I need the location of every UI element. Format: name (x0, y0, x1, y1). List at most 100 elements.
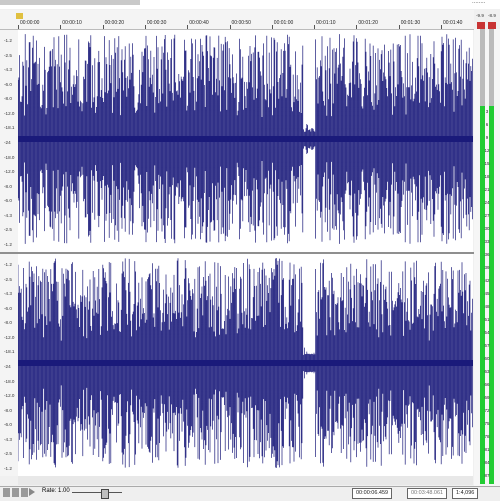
channel-1-waveform[interactable] (17, 30, 473, 252)
meter-scale-label: 57 (484, 343, 490, 348)
meter-scale-label: 21 (484, 187, 490, 192)
ruler-tick (144, 25, 146, 29)
meter-scale-label: 66 (484, 382, 490, 387)
level-meters: 3 6 9 12 15 18 21 24 27 30 33 36 39 42 45 48 51 54 57 60 63 6… (474, 29, 500, 486)
db-scale-label: -2.5 (4, 227, 12, 233)
db-scale-label: -24 (4, 140, 11, 145)
meter-scale-label: 39 (484, 265, 490, 270)
db-scale-label: -1.2 (4, 262, 12, 267)
channel-1-scale: -1.2 -2.5 -4.3 -6.0 -8.0 -12.0 -18.1 -24 -18.0 -1… (0, 30, 18, 252)
ruler-tick (60, 25, 62, 29)
ruler-tick (314, 25, 316, 29)
meter-scale-label: 63 (484, 369, 490, 374)
meter-scale-label: 54 (484, 330, 490, 335)
play-icon[interactable] (29, 488, 35, 496)
ruler-tick (271, 25, 273, 29)
ruler-tick (102, 25, 104, 29)
db-scale-label: -1.2 (4, 466, 12, 471)
rate-label: Rate: 1.00 (42, 488, 70, 494)
ruler-tick (398, 25, 400, 29)
db-scale-label: -24 (4, 364, 11, 369)
length-time: 00:03:48.061 (407, 488, 448, 499)
position-time: 00:00:06.459 (352, 488, 393, 499)
meter-scale-label: 60 (484, 356, 490, 361)
db-scale-label: -12.0 (4, 169, 15, 175)
db-scale-label: -18.0 (4, 378, 15, 384)
meter-scale-label: 3 (485, 109, 489, 114)
db-scale-label: -6.0 (4, 81, 12, 87)
stop-button[interactable] (12, 488, 19, 497)
meter-scale-label: 12 (484, 148, 490, 153)
db-scale-label: -4.3 (4, 291, 12, 297)
rate-slider-thumb[interactable] (101, 489, 109, 499)
title-bar (0, 0, 140, 5)
db-scale-label: -8.0 (4, 183, 12, 189)
ruler-tick-label: 00:01:00 (273, 20, 294, 26)
ruler-tick-label: 00:01:40 (443, 20, 463, 26)
horizontal-scrollbar[interactable] (18, 476, 473, 485)
meter-scale-label: 15 (484, 161, 490, 166)
db-scale-label: -4.3 (4, 436, 12, 442)
record-button[interactable] (3, 488, 10, 497)
meter-left-peak: -9.9 (476, 13, 484, 18)
ruler-tick-label: 00:01:20 (358, 20, 378, 26)
db-scale-label: -6.0 (4, 198, 12, 204)
db-scale-label: -8.0 (4, 96, 12, 102)
ruler-tick-label: 00:00:20 (104, 20, 125, 26)
meter-scale-label: 33 (484, 239, 490, 244)
channel-2-scale: -1.2 -2.5 -4.3 -6.0 -8.0 -12.0 -18.1 -24 -18.0 -1… (0, 254, 18, 476)
meter-scale-label: 81 (484, 447, 490, 452)
meter-scale-label: 45 (484, 291, 490, 296)
meter-right-inactive (489, 29, 494, 106)
db-scale-label: -8.0 (4, 407, 12, 413)
meter-scale-label: 72 (484, 408, 490, 413)
db-scale-label: -2.5 (4, 451, 12, 457)
ruler-tick (356, 25, 358, 29)
playhead-marker-icon[interactable] (16, 13, 23, 19)
ruler-tick-label: 00:00:40 (189, 20, 209, 26)
db-scale-label: -1.2 (4, 242, 12, 247)
db-scale-label: -12.0 (4, 110, 15, 116)
meter-scale-label: 27 (484, 213, 490, 218)
meter-scale-label: 87 (484, 473, 490, 478)
meter-scale-label: 51 (484, 317, 490, 322)
meter-scale-label: 69 (484, 395, 490, 400)
db-scale-label: -4.3 (4, 67, 12, 73)
channel-2-waveform-svg (17, 254, 473, 476)
meter-scale-label: 78 (484, 434, 490, 439)
db-scale-label: -1.2 (4, 38, 12, 43)
ruler-tick-label: 00:00:00 (20, 20, 40, 26)
time-ruler[interactable]: 00:00:00 00:00:10 00:00:20 00:00:30 00:00:40… (0, 10, 474, 30)
meter-right-peak: -8.9 (488, 13, 496, 18)
meter-scale-label: 42 (484, 278, 490, 283)
db-scale-label: -18.1 (4, 125, 15, 131)
db-scale-label: -2.5 (4, 52, 12, 58)
meter-scale-label: 24 (484, 200, 490, 205)
db-scale-label: -2.5 (4, 276, 12, 282)
meter-left-inactive (480, 29, 485, 106)
db-scale-label: -6.0 (4, 422, 12, 428)
zoom-level: 1:4,096 (452, 488, 479, 499)
db-scale-label: -4.3 (4, 212, 12, 218)
rate-slider[interactable] (72, 492, 122, 493)
db-scale-label: -6.0 (4, 305, 12, 311)
db-scale-label: -12.0 (4, 393, 15, 399)
ruler-tick (441, 25, 442, 29)
ruler-tick-label: 00:00:10 (62, 20, 82, 26)
meter-scale-label: 30 (484, 226, 490, 231)
ruler-tick-label: 00:01:30 (400, 20, 421, 26)
db-scale-label: -18.0 (4, 154, 15, 160)
meter-scale-label: 9 (485, 135, 489, 140)
meter-scale-label: 18 (484, 174, 490, 179)
ruler-tick-label: 00:01:10 (316, 20, 336, 26)
menu-dots[interactable]: ........ (472, 0, 486, 5)
meter-scale-label: 75 (484, 421, 490, 426)
ruler-tick (187, 25, 189, 29)
meter-scale-label: 48 (484, 304, 490, 309)
db-scale-label: -12.0 (4, 334, 15, 340)
meter-scale-label: 6 (485, 122, 489, 127)
pause-button[interactable] (21, 488, 28, 497)
ruler-tick (229, 25, 231, 29)
db-scale-label: -18.1 (4, 349, 15, 355)
channel-2-waveform[interactable] (17, 254, 473, 476)
